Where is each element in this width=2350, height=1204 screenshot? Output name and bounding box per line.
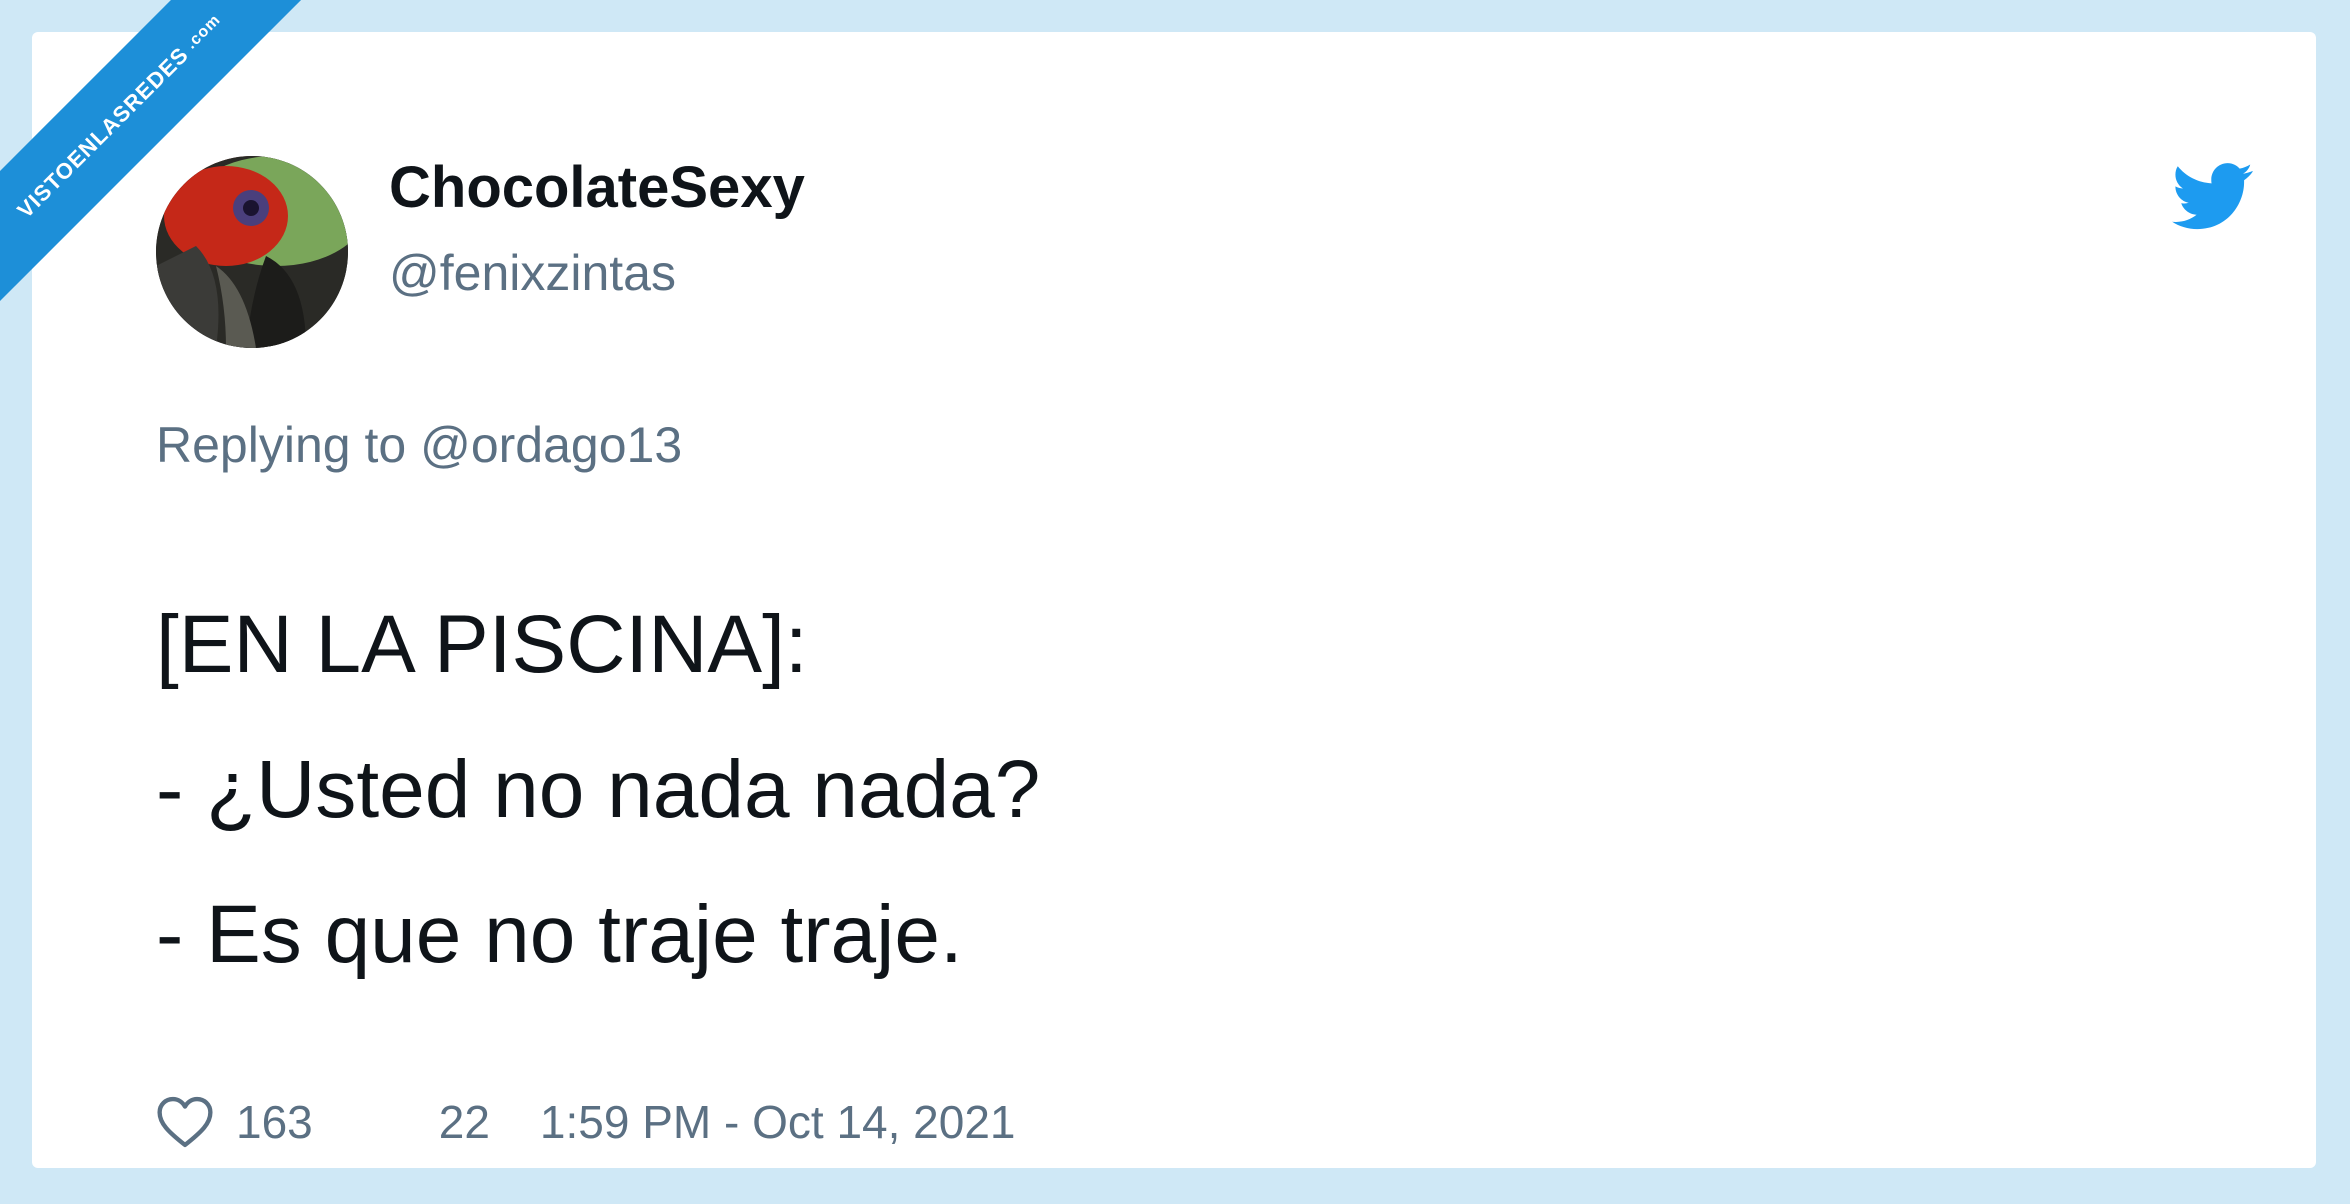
author-handle[interactable]: @fenixzintas: [389, 244, 676, 302]
replying-to-line: Replying to @ordago13: [156, 416, 682, 474]
tweet-text: [EN LA PISCINA]: - ¿Usted no nada nada? …: [156, 572, 1040, 1007]
tweet-text-line: [EN LA PISCINA]:: [156, 599, 808, 690]
reply-count: 22: [438, 1096, 490, 1148]
avatar-image: [156, 156, 348, 348]
tweet-footer: 163 22 1:59 PM - Oct 14, 2021: [156, 1087, 1016, 1157]
avatar[interactable]: [156, 156, 348, 348]
twitter-bird-icon[interactable]: [2172, 162, 2254, 232]
tweet-text-line: - ¿Usted no nada nada?: [156, 744, 1041, 835]
watermark-domain: .com: [182, 11, 225, 53]
reply-to-handle[interactable]: @ordago13: [420, 417, 682, 473]
reply-prefix: Replying to: [156, 417, 407, 473]
timestamp[interactable]: 1:59 PM - Oct 14, 2021: [540, 1095, 1016, 1149]
heart-icon[interactable]: [156, 1095, 214, 1149]
tweet-text-line: - Es que no traje traje.: [156, 889, 963, 980]
tweet-card: ChocolateSexy @fenixzintas Replying to @…: [32, 32, 2316, 1168]
like-count: 163: [236, 1096, 313, 1148]
author-name[interactable]: ChocolateSexy: [389, 154, 805, 221]
